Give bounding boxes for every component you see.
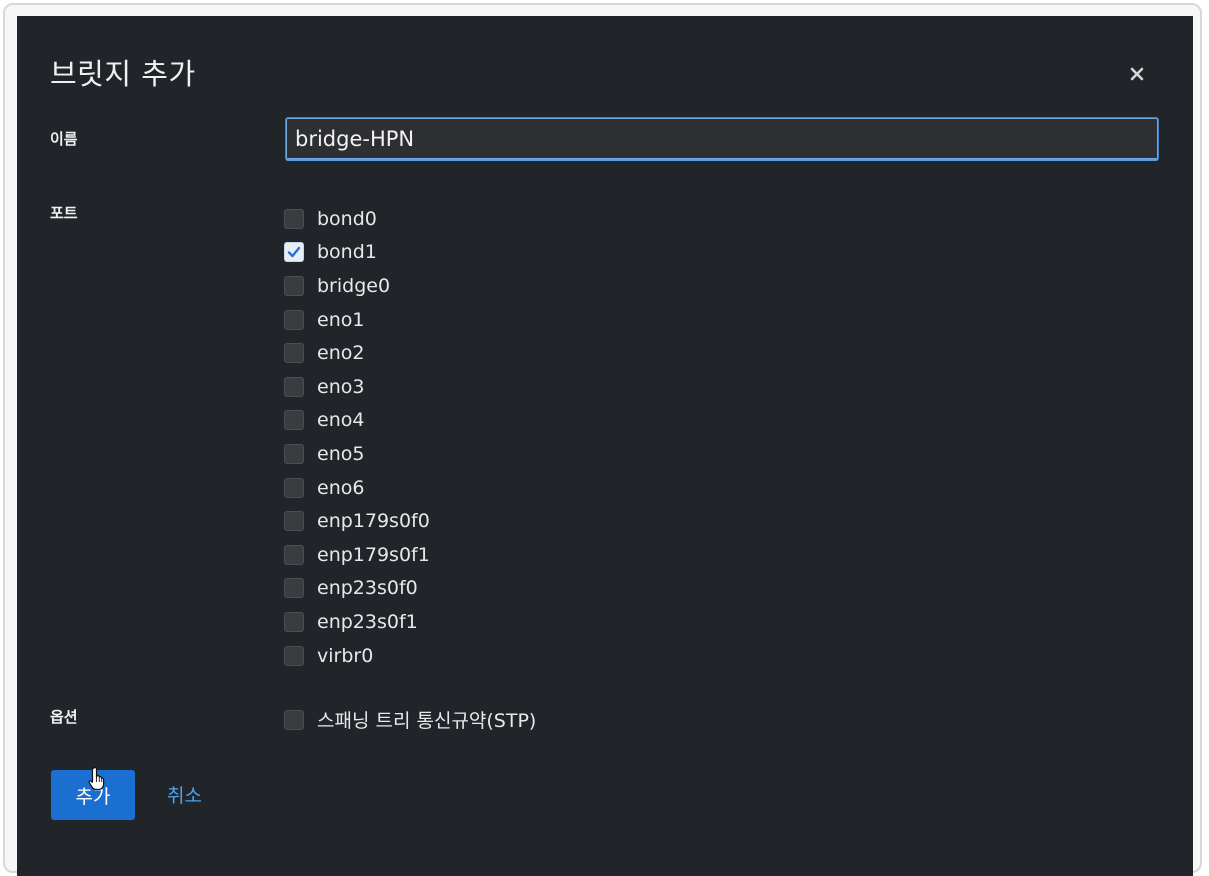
port-item[interactable]: bond1 (284, 236, 430, 270)
dialog-title: 브릿지 추가 (50, 57, 196, 91)
check-icon (287, 247, 301, 258)
stp-label: 스패닝 트리 통신규약(STP) (317, 710, 537, 732)
port-label: enp179s0f0 (317, 510, 430, 533)
port-item[interactable]: bond0 (284, 202, 430, 236)
stp-checkbox[interactable] (284, 709, 304, 730)
port-label: eno6 (317, 476, 365, 499)
port-label: enp23s0f0 (317, 577, 418, 600)
close-icon (1130, 67, 1144, 81)
port-checkbox[interactable] (284, 275, 304, 296)
port-checkbox[interactable] (284, 208, 304, 229)
port-item[interactable]: eno1 (284, 303, 430, 337)
ports-list: bond0 bond1 bridge0 eno1 eno2 eno3 eno4 eno5 eno… (284, 202, 430, 672)
port-checkbox[interactable] (284, 410, 304, 431)
port-label: bond0 (317, 207, 377, 230)
ports-label: 포트 (50, 204, 78, 222)
port-checkbox[interactable] (284, 376, 304, 397)
port-item[interactable]: eno4 (284, 404, 430, 438)
port-checkbox[interactable] (284, 611, 304, 632)
port-checkbox[interactable] (284, 544, 304, 565)
port-checkbox[interactable] (284, 477, 304, 498)
port-checkbox[interactable] (284, 645, 304, 666)
port-checkbox[interactable] (284, 578, 304, 599)
port-item[interactable]: bridge0 (284, 269, 430, 303)
cancel-button[interactable]: 취소 (167, 781, 202, 808)
hand-cursor-icon (88, 766, 105, 791)
port-item[interactable]: eno5 (284, 437, 430, 471)
port-label: eno3 (317, 375, 365, 398)
port-label: enp23s0f1 (317, 610, 418, 633)
port-checkbox[interactable] (284, 343, 304, 364)
port-label: virbr0 (317, 644, 374, 667)
port-checkbox[interactable] (284, 242, 304, 263)
close-button[interactable] (1123, 60, 1151, 88)
port-item[interactable]: virbr0 (284, 639, 430, 673)
port-checkbox[interactable] (284, 443, 304, 464)
port-item[interactable]: eno2 (284, 336, 430, 370)
port-label: bond1 (317, 241, 377, 264)
name-label: 이름 (50, 130, 78, 148)
port-label: eno5 (317, 442, 365, 465)
port-item[interactable]: enp23s0f1 (284, 605, 430, 639)
name-input[interactable] (285, 117, 1159, 161)
options-label: 옵션 (50, 708, 78, 726)
port-item[interactable]: enp23s0f0 (284, 572, 430, 606)
add-bridge-dialog: 브릿지 추가 이름 포트 bond0 bond1 bridge0 eno1 eno2 en… (17, 16, 1193, 876)
port-item[interactable]: enp179s0f0 (284, 504, 430, 538)
port-label: enp179s0f1 (317, 543, 430, 566)
port-item[interactable]: eno6 (284, 471, 430, 505)
port-label: bridge0 (317, 274, 391, 297)
port-checkbox[interactable] (284, 309, 304, 330)
port-label: eno1 (317, 308, 365, 331)
port-checkbox[interactable] (284, 511, 304, 532)
port-item[interactable]: enp179s0f1 (284, 538, 430, 572)
port-label: eno2 (317, 342, 365, 365)
port-item[interactable]: eno3 (284, 370, 430, 404)
port-label: eno4 (317, 409, 365, 432)
stp-option[interactable]: 스패닝 트리 통신규약(STP) (284, 706, 536, 733)
